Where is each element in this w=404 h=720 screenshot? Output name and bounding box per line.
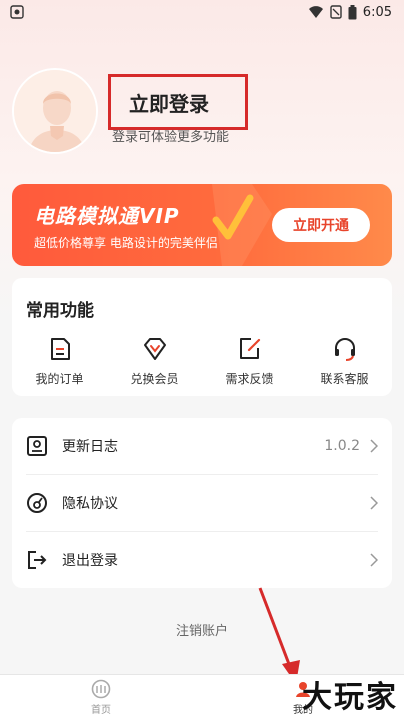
privacy-icon — [27, 493, 47, 513]
diamond-icon — [143, 338, 166, 360]
battery-icon — [348, 4, 357, 19]
chevron-right-icon — [370, 439, 378, 453]
default-avatar-icon — [14, 70, 96, 152]
chevron-right-icon — [370, 496, 378, 510]
common-functions-card: 常用功能 我的订单 兑换会员 需求反馈 联系客服 — [12, 278, 392, 396]
sim-no-signal-icon — [330, 5, 342, 19]
cancel-account-link[interactable]: 注销账户 — [0, 620, 404, 639]
activate-vip-button[interactable]: 立即开通 — [272, 208, 370, 242]
update-log-row[interactable]: 更新日志 1.0.2 — [12, 418, 392, 474]
status-time: 6:05 — [362, 4, 392, 20]
logout-row[interactable]: 退出登录 — [12, 532, 392, 588]
update-log-icon — [27, 436, 47, 456]
login-subtitle: 登录可体验更多功能 — [112, 130, 230, 145]
privacy-policy-label: 隐私协议 — [62, 496, 118, 512]
status-bar: 6:05 — [0, 0, 404, 24]
my-orders-button[interactable]: 我的订单 — [12, 336, 107, 387]
watermark: 大玩家 — [302, 680, 398, 715]
logout-icon — [28, 551, 47, 569]
my-orders-label: 我的订单 — [35, 372, 84, 386]
update-log-label: 更新日志 — [62, 439, 118, 455]
wifi-icon — [308, 6, 323, 18]
version-value: 1.0.2 — [324, 438, 360, 454]
logout-label: 退出登录 — [62, 553, 118, 569]
redeem-membership-button[interactable]: 兑换会员 — [107, 336, 202, 387]
customer-service-label: 联系客服 — [320, 372, 369, 386]
common-functions-title: 常用功能 — [26, 301, 94, 321]
functions-grid: 我的订单 兑换会员 需求反馈 联系客服 — [12, 336, 392, 387]
notification-icon — [10, 5, 24, 19]
order-icon — [50, 338, 70, 360]
avatar[interactable] — [12, 68, 98, 154]
vip-check-decoration-icon — [212, 184, 272, 266]
customer-service-button[interactable]: 联系客服 — [297, 336, 392, 387]
vip-subtitle: 超低价格尊享 电路设计的完美伴侣 — [34, 236, 218, 250]
home-icon — [91, 679, 111, 699]
feedback-label: 需求反馈 — [225, 372, 274, 386]
headset-icon — [334, 338, 355, 361]
status-left — [10, 5, 24, 19]
login-button[interactable]: 立即登录 — [108, 74, 248, 130]
privacy-policy-row[interactable]: 隐私协议 — [12, 475, 392, 531]
vip-title: 电路模拟通VIP — [34, 204, 180, 228]
settings-list: 更新日志 1.0.2 隐私协议 退出登录 — [12, 418, 392, 588]
tab-home[interactable]: 首页 — [0, 675, 202, 720]
feedback-button[interactable]: 需求反馈 — [202, 336, 297, 387]
feedback-edit-icon — [239, 338, 260, 359]
profile-header[interactable]: 立即登录 登录可体验更多功能 — [12, 66, 392, 166]
redeem-membership-label: 兑换会员 — [130, 372, 179, 386]
vip-banner[interactable]: 电路模拟通VIP 超低价格尊享 电路设计的完美伴侣 立即开通 — [12, 184, 392, 266]
chevron-right-icon — [370, 553, 378, 567]
status-right: 6:05 — [308, 4, 392, 20]
tab-home-label: 首页 — [91, 705, 111, 716]
